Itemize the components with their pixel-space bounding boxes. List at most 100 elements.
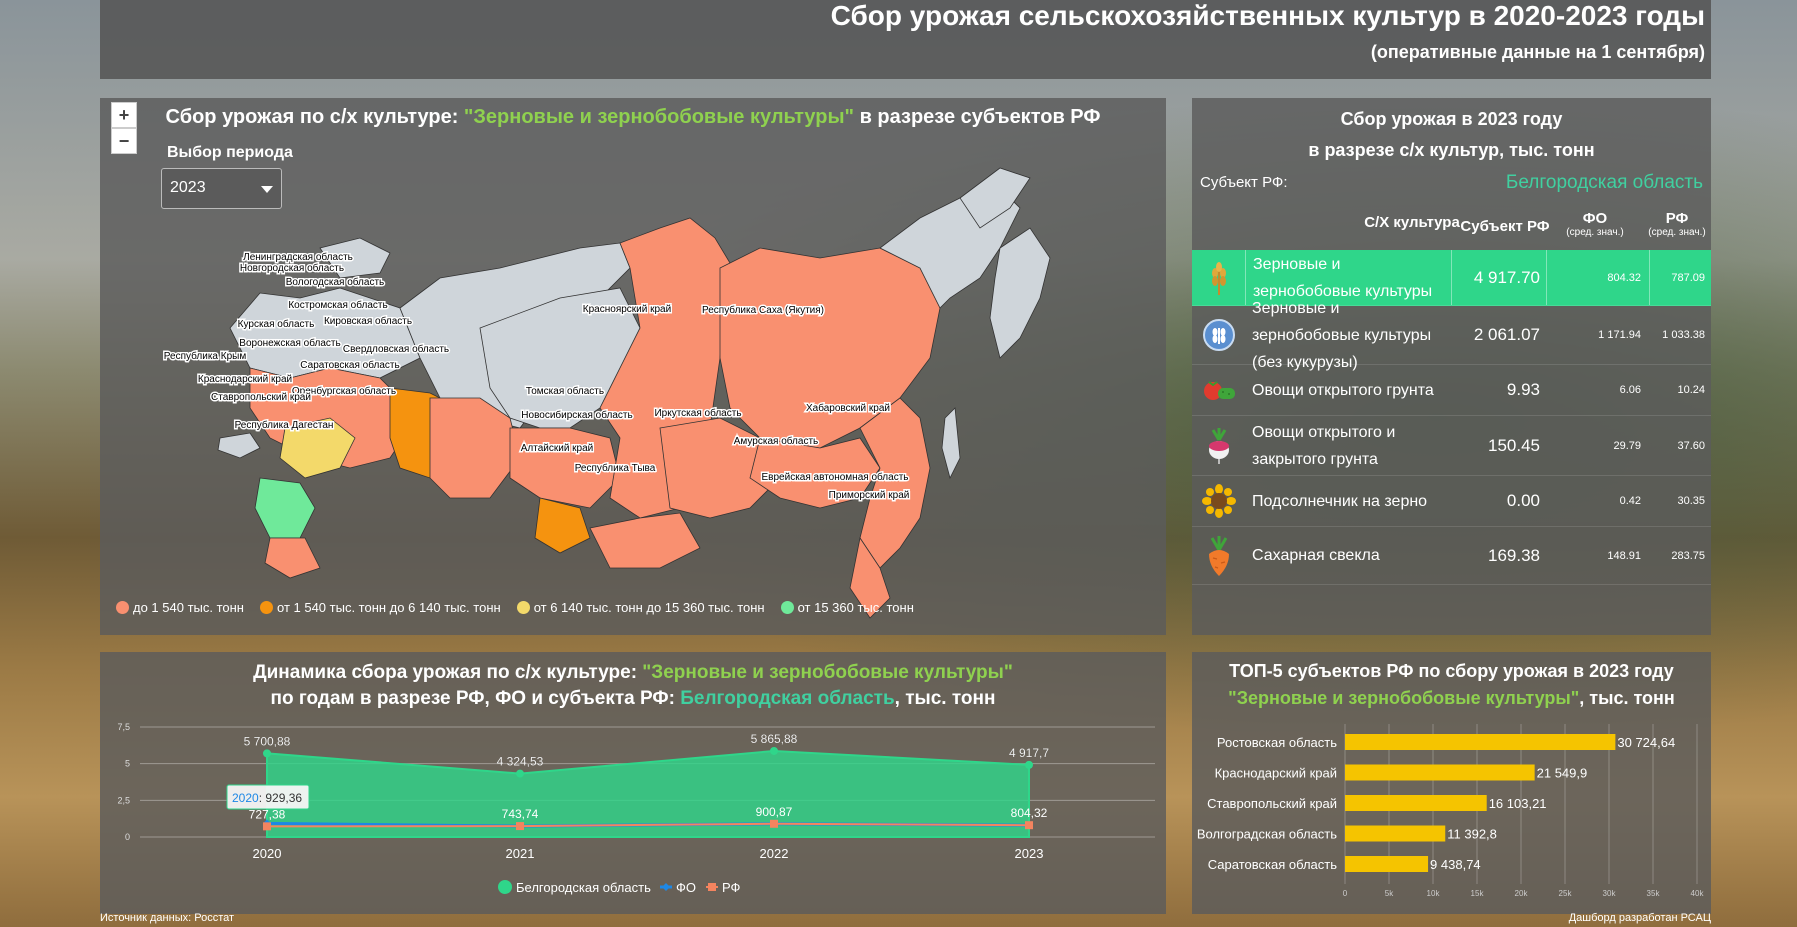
region-label: Новосибирская область: [521, 409, 632, 421]
bar[interactable]: [1345, 825, 1446, 842]
x-tick-label: 15k: [1471, 889, 1485, 898]
region-label: Ставропольский край: [211, 392, 311, 403]
table-title-line2: в разрезе с/х культур, тыс. тонн: [1308, 140, 1595, 160]
x-tick-label: 35k: [1647, 889, 1661, 898]
period-select[interactable]: 2023: [161, 168, 282, 209]
region-label: Амурская область: [734, 435, 818, 447]
x-tick-label: 25k: [1559, 889, 1573, 898]
subject-value-cell: 169.38: [1488, 545, 1540, 565]
rf-value-cell: 283.75: [1671, 549, 1705, 562]
fo-value-cell: 148.91: [1607, 549, 1641, 562]
dynamics-chart[interactable]: 0 2,5 5 7,5 5 700,88 4 324,53 5 865,88 4 917,7 7…: [100, 652, 1166, 914]
region-sakhalin[interactable]: [941, 407, 961, 480]
region-label: Свердловская область: [343, 343, 449, 355]
category-label: Волгоградская область: [1197, 827, 1337, 842]
category-label: Краснодарский край: [1215, 766, 1337, 781]
point-belgorod[interactable]: [1025, 760, 1033, 769]
bar-value-label: 21 549,9: [1537, 766, 1588, 781]
table-row[interactable]: Зерновые и зернобобовые культуры (без ку…: [1192, 300, 1711, 371]
fo-value-cell: 804.32: [1546, 250, 1649, 305]
dynamics-legend[interactable]: Белгородская область ФО РФ: [498, 880, 741, 895]
col-header-rf: РФ (сред. знач.): [1643, 210, 1711, 238]
footer-source: Источник данных: Росстат: [100, 912, 235, 924]
data-label-rf: 743,74: [502, 807, 539, 821]
region-label: Иркутская область: [654, 407, 741, 419]
region-label: Курская область: [238, 318, 315, 330]
legend-item[interactable]: от 6 140 тыс. тонн до 15 360 тыс. тонн: [516, 600, 765, 615]
legend-item[interactable]: до 1 540 тыс. тонн: [116, 600, 244, 615]
fo-value-cell: 1 171.94: [1598, 329, 1641, 341]
legend-label: РФ: [722, 880, 741, 895]
region-label: Краснодарский край: [198, 374, 292, 385]
chart-tooltip: 2020: 929,36: [226, 784, 310, 810]
y-tick-label: 2,5: [117, 795, 130, 805]
radish-icon: [1192, 427, 1245, 464]
x-tick-label: 20k: [1515, 889, 1529, 898]
header-bar: Сбор урожая сельскохозяйственных культур…: [100, 0, 1711, 79]
period-label: Выбор периода: [167, 144, 293, 161]
col-rf-note: (сред. знач.): [1648, 227, 1706, 238]
subject-label: Субъект РФ:: [1200, 174, 1288, 191]
sugar-beet-icon: [1192, 535, 1245, 576]
y-tick-label: 5: [125, 759, 130, 769]
fo-value-cell: 6.06: [1619, 384, 1641, 396]
top5-bar-chart[interactable]: 0 5k 10k 15k 20k 25k 30k 35k 40k Ростовская облас…: [1192, 652, 1711, 914]
bar-value-label: 11 392,8: [1447, 827, 1497, 842]
point-belgorod[interactable]: [770, 746, 778, 755]
col-header-fo: ФО (сред. знач.): [1545, 210, 1645, 238]
data-label-belgorod: 5 700,88: [244, 734, 291, 748]
point-rf[interactable]: [770, 819, 778, 828]
table-row[interactable]: Овощи открытого грунта 9.93 6.06 10.24: [1192, 365, 1711, 416]
region-khabarovsk[interactable]: [859, 397, 931, 569]
subject-value-cell: 2 061.07: [1473, 325, 1540, 344]
legend-swatch: [260, 601, 273, 614]
legend-item[interactable]: от 15 360 тыс. тонн: [780, 600, 914, 615]
table-row[interactable]: Подсолнечник на зерно 0.00 0.42 30.35: [1192, 476, 1711, 527]
bar[interactable]: [1345, 734, 1616, 750]
category-label: Ростовская область: [1217, 735, 1337, 750]
map-panel: Ленинградская область Новгородская област…: [100, 98, 1166, 635]
region-tyva[interactable]: [589, 512, 701, 569]
legend-label: от 6 140 тыс. тонн до 15 360 тыс. тонн: [533, 600, 765, 615]
period-value: 2023: [170, 179, 206, 196]
legend-label: от 1 540 тыс. тонн до 6 140 тыс. тонн: [277, 600, 501, 615]
rf-value-cell: 10.24: [1677, 384, 1705, 396]
crop-name: Овощи открытого и закрытого грунта: [1252, 423, 1396, 468]
region-label: Алтайский край: [521, 443, 594, 454]
crop-name: Подсолнечник на зерно: [1252, 492, 1428, 510]
region-crimea[interactable]: [217, 432, 261, 459]
region-label: Вологодская область: [286, 276, 385, 288]
bar[interactable]: [1345, 764, 1535, 781]
table-row[interactable]: Овощи открытого и закрытого грунта 150.45…: [1192, 416, 1711, 476]
x-tick-label: 2021: [506, 846, 535, 861]
data-label-belgorod: 4 917,7: [1009, 746, 1049, 760]
data-label-rf: 900,87: [756, 805, 793, 819]
zoom-out-button[interactable]: −: [111, 128, 137, 154]
region-label: Томская область: [526, 385, 604, 397]
crop-name: Овощи открытого грунта: [1252, 381, 1434, 399]
map-title-crop: "Зерновые и зернобобовые культуры": [463, 106, 855, 128]
footer-credit: Дашборд разработан РСАЦ: [1568, 912, 1711, 924]
legend-label: от 15 360 тыс. тонн: [797, 600, 914, 615]
point-rf[interactable]: [516, 822, 524, 831]
bar-value-label: 9 438,74: [1430, 857, 1481, 872]
data-label-rf: 804,32: [1011, 806, 1048, 820]
table-row[interactable]: Сахарная свекла 169.38 148.91 283.75: [1192, 527, 1711, 585]
point-rf[interactable]: [1025, 821, 1033, 830]
x-tick-label: 2020: [253, 846, 282, 861]
bar[interactable]: [1345, 795, 1487, 811]
point-rf[interactable]: [263, 822, 271, 831]
page-subtitle: (оперативные данные на 1 сентября): [1370, 42, 1705, 62]
point-belgorod[interactable]: [516, 769, 524, 778]
region-label: Хабаровский край: [806, 402, 890, 414]
subject-value[interactable]: Белгородская область: [1506, 172, 1703, 194]
region-label: Республика Крым: [164, 350, 247, 362]
region-caucasus[interactable]: [264, 537, 321, 579]
rf-value-cell: 37.60: [1677, 439, 1705, 452]
region-label: Новгородская область: [240, 262, 344, 274]
point-belgorod[interactable]: [263, 749, 271, 758]
legend-item[interactable]: от 1 540 тыс. тонн до 6 140 тыс. тонн: [260, 600, 501, 615]
region-south[interactable]: [254, 477, 316, 539]
col-fo-label: ФО: [1582, 210, 1608, 227]
bar[interactable]: [1345, 856, 1429, 872]
